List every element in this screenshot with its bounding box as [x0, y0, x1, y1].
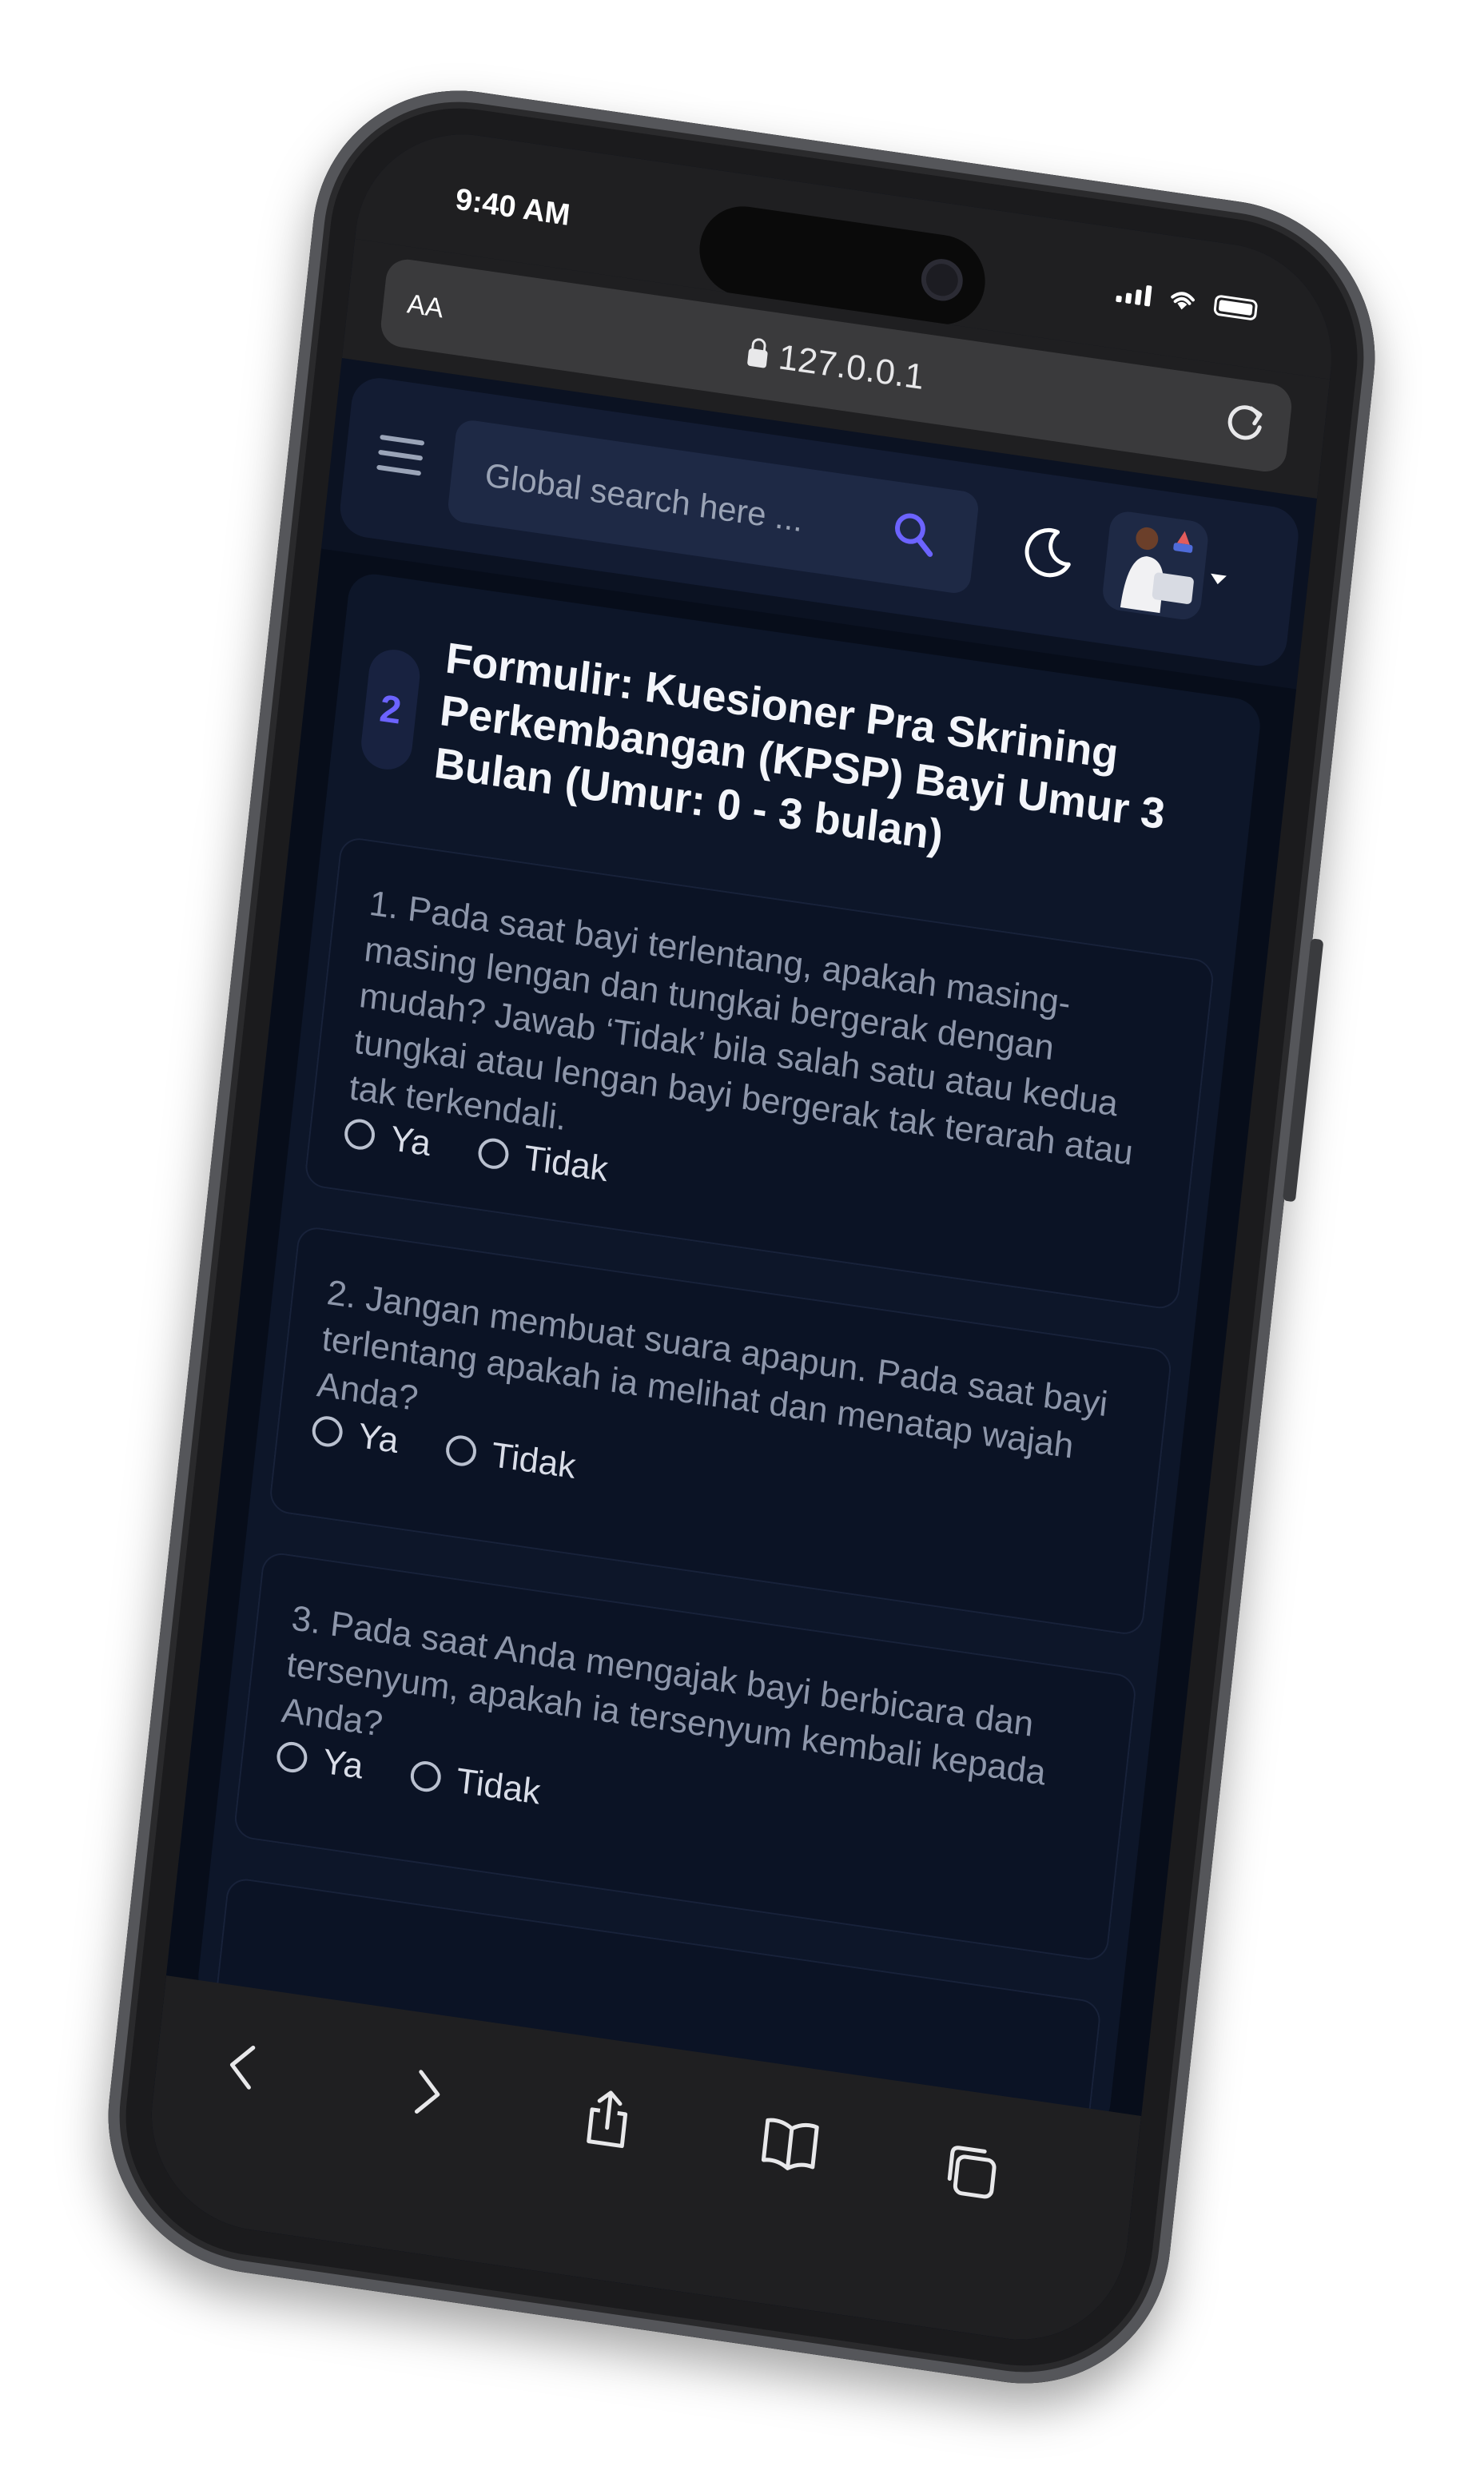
form-card: 2 Formulir: Kuesioner Pra Skrining Perke…	[195, 571, 1263, 2162]
mockup-scene: 9:40 AM AA 127.0.0.1 Global search here …	[0, 0, 1484, 2474]
book-icon[interactable]	[756, 2110, 825, 2181]
option-label: Ya	[320, 1741, 365, 1787]
phone-device: 9:40 AM AA 127.0.0.1 Global search here …	[93, 70, 1391, 2404]
cellular-signal-icon	[1116, 280, 1152, 307]
avatar[interactable]	[1100, 509, 1210, 622]
radio-button[interactable]	[476, 1136, 510, 1171]
radio-button[interactable]	[444, 1433, 478, 1469]
radio-button[interactable]	[310, 1414, 344, 1449]
radio-button[interactable]	[343, 1116, 376, 1152]
status-time: 9:40 AM	[453, 182, 572, 233]
search-input[interactable]	[480, 449, 869, 555]
step-badge: 2	[358, 646, 423, 774]
phone-screen: 9:40 AM AA 127.0.0.1 Global search here …	[140, 119, 1343, 2355]
share-icon[interactable]	[574, 2083, 643, 2154]
status-icons	[1116, 280, 1259, 322]
question-card-1: 1. Pada saat bayi terlentang, apakah mas…	[303, 835, 1215, 1311]
radio-button[interactable]	[408, 1759, 443, 1794]
avatar-illustration	[1120, 527, 1194, 614]
wifi-icon	[1171, 292, 1195, 310]
chevron-left-icon[interactable]	[209, 2031, 278, 2102]
form-title: Formulir: Kuesioner Pra Skrining Perkemb…	[432, 634, 1168, 860]
phone-side-button	[1282, 938, 1324, 1203]
camera-icon	[919, 256, 965, 304]
chevron-down-icon[interactable]	[1209, 573, 1227, 586]
chevron-right-icon[interactable]	[392, 2058, 460, 2129]
reload-icon[interactable]	[1219, 395, 1271, 449]
moon-icon[interactable]	[1017, 521, 1079, 585]
option-label: Ya	[356, 1416, 401, 1462]
lock-icon	[747, 348, 769, 368]
tabs-icon[interactable]	[938, 2136, 1007, 2207]
radio-button[interactable]	[275, 1740, 309, 1775]
global-search	[446, 418, 981, 595]
battery-icon	[1213, 294, 1259, 321]
hamburger-icon[interactable]	[376, 434, 425, 476]
search-icon[interactable]	[886, 505, 942, 563]
url-text: 127.0.0.1	[776, 337, 926, 398]
option-label: Ya	[388, 1119, 433, 1164]
